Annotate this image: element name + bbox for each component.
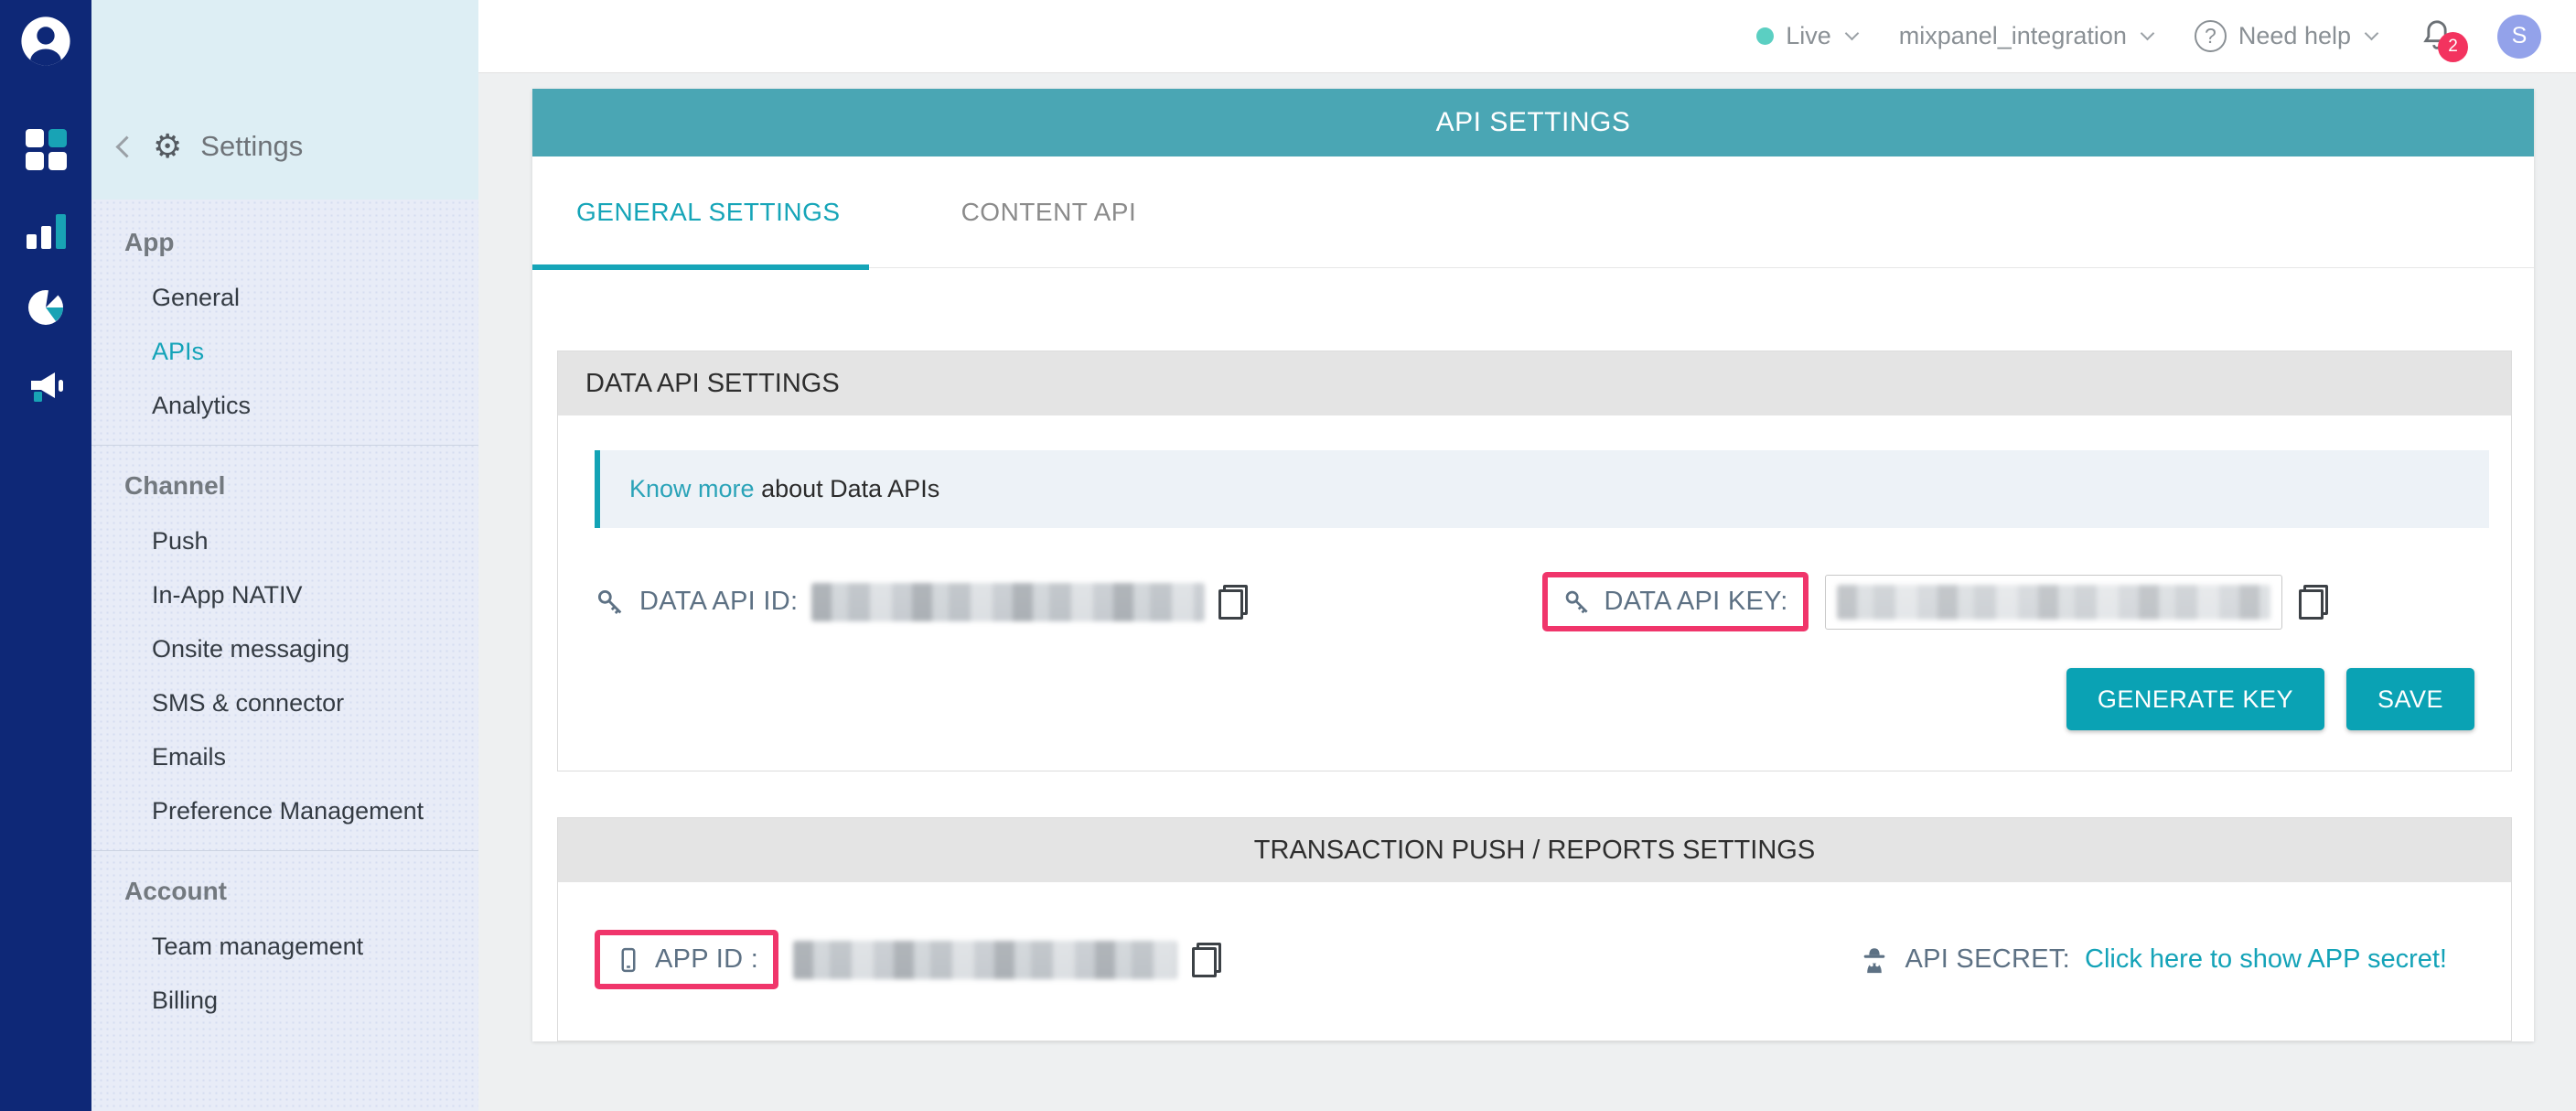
- sidebar-item-inapp-nativ[interactable]: In-App NATIV: [91, 568, 478, 622]
- secret-spy-icon: [1859, 944, 1890, 976]
- data-api-key-label: DATA API KEY:: [1605, 587, 1788, 617]
- api-secret-label: API SECRET:: [1905, 944, 2070, 975]
- app-id-label: APP ID :: [655, 944, 758, 975]
- data-api-id-value-redacted: [811, 583, 1205, 621]
- tab-general-settings[interactable]: GENERAL SETTINGS: [576, 198, 841, 227]
- copy-icon[interactable]: [1192, 943, 1221, 977]
- back-chevron-icon[interactable]: [115, 135, 137, 157]
- sidebar-header: Settings: [91, 0, 478, 200]
- sidebar-section-channel: Channel: [91, 458, 478, 514]
- help-label: Need help: [2238, 22, 2351, 50]
- page-title: API SETTINGS: [532, 89, 2534, 156]
- app-id-field: APP ID :: [595, 930, 1221, 989]
- notifications-button[interactable]: 2: [2419, 16, 2455, 57]
- show-app-secret-link[interactable]: Click here to show APP secret!: [2085, 944, 2447, 975]
- app-id-value-redacted: [793, 941, 1177, 979]
- transaction-settings-title: TRANSACTION PUSH / REPORTS SETTINGS: [558, 818, 2511, 882]
- data-api-settings-section: DATA API SETTINGS Know more about Data A…: [557, 351, 2512, 771]
- data-api-key-input[interactable]: [1825, 575, 2282, 630]
- topbar: Live mixpanel_integration Need help 2 S: [478, 0, 2576, 73]
- page-background: API SETTINGS GENERAL SETTINGS CONTENT AP…: [478, 73, 2576, 1111]
- generate-key-button[interactable]: GENERATE KEY: [2066, 668, 2324, 730]
- sidebar-title: Settings: [200, 130, 303, 163]
- know-more-banner: Know more about Data APIs: [595, 450, 2489, 528]
- segments-pie-icon[interactable]: [25, 286, 67, 328]
- sidebar-item-team-management[interactable]: Team management: [91, 920, 478, 974]
- sidebar-section-account: Account: [91, 863, 478, 920]
- dashboard-grid-icon[interactable]: [25, 128, 67, 170]
- data-api-key-highlight: DATA API KEY:: [1542, 572, 1809, 631]
- save-button[interactable]: SAVE: [2346, 668, 2474, 730]
- api-secret-field: API SECRET: Click here to show APP secre…: [1859, 944, 2447, 976]
- api-settings-card: API SETTINGS GENERAL SETTINGS CONTENT AP…: [532, 89, 2534, 1041]
- banner-text: about Data APIs: [755, 475, 940, 502]
- sidebar-nav: App General APIs Analytics Channel Push …: [91, 200, 478, 1111]
- project-name: mixpanel_integration: [1899, 22, 2127, 50]
- active-tab-underline: [532, 264, 869, 270]
- help-menu[interactable]: Need help: [2195, 20, 2377, 52]
- app-rail: [0, 0, 91, 1111]
- project-switcher[interactable]: mixpanel_integration: [1899, 22, 2152, 50]
- sidebar-item-billing[interactable]: Billing: [91, 974, 478, 1028]
- app-id-highlight: APP ID :: [595, 930, 778, 989]
- tab-content-api[interactable]: CONTENT API: [961, 198, 1137, 227]
- sidebar-item-onsite-messaging[interactable]: Onsite messaging: [91, 622, 478, 676]
- app-logo[interactable]: [19, 15, 72, 68]
- data-api-id-label: DATA API ID:: [639, 587, 798, 617]
- data-api-id-field: DATA API ID:: [595, 583, 1542, 621]
- transaction-settings-section: TRANSACTION PUSH / REPORTS SETTINGS APP …: [557, 817, 2512, 1041]
- data-api-key-field: DATA API KEY:: [1542, 572, 2328, 631]
- settings-sidebar: Settings App General APIs Analytics Chan…: [91, 0, 478, 1111]
- analytics-bars-icon[interactable]: [25, 207, 67, 249]
- chevron-down-icon: [2365, 27, 2379, 41]
- tab-bar: GENERAL SETTINGS CONTENT API: [532, 156, 2534, 268]
- chevron-down-icon: [1844, 27, 1859, 41]
- question-circle-icon: [2195, 20, 2227, 52]
- sidebar-item-apis[interactable]: APIs: [91, 325, 478, 379]
- main-content: Live mixpanel_integration Need help 2 S …: [478, 0, 2576, 1111]
- data-api-settings-title: DATA API SETTINGS: [558, 351, 2511, 415]
- live-status-dot: [1756, 27, 1774, 45]
- key-icon: [595, 587, 626, 618]
- sidebar-section-app: App: [91, 214, 478, 271]
- sidebar-item-emails[interactable]: Emails: [91, 730, 478, 784]
- chevron-down-icon: [2141, 27, 2155, 41]
- sidebar-item-general[interactable]: General: [91, 271, 478, 325]
- avatar[interactable]: S: [2497, 15, 2541, 59]
- campaigns-megaphone-icon[interactable]: [25, 364, 67, 406]
- notification-badge: 2: [2438, 32, 2468, 62]
- mobile-phone-icon: [615, 946, 642, 974]
- environment-switcher[interactable]: Live: [1756, 22, 1857, 50]
- sidebar-item-sms-connector[interactable]: SMS & connector: [91, 676, 478, 730]
- copy-icon[interactable]: [1218, 585, 1248, 620]
- key-icon: [1562, 588, 1592, 617]
- sidebar-item-preference-management[interactable]: Preference Management: [91, 784, 478, 838]
- data-api-key-value-redacted: [1837, 585, 2270, 620]
- sidebar-divider: [91, 850, 478, 851]
- gear-icon: [153, 130, 182, 163]
- know-more-link[interactable]: Know more: [629, 475, 755, 502]
- sidebar-item-analytics[interactable]: Analytics: [91, 379, 478, 433]
- sidebar-item-push[interactable]: Push: [91, 514, 478, 568]
- live-label: Live: [1786, 22, 1831, 50]
- copy-icon[interactable]: [2299, 585, 2328, 620]
- sidebar-divider: [91, 445, 478, 446]
